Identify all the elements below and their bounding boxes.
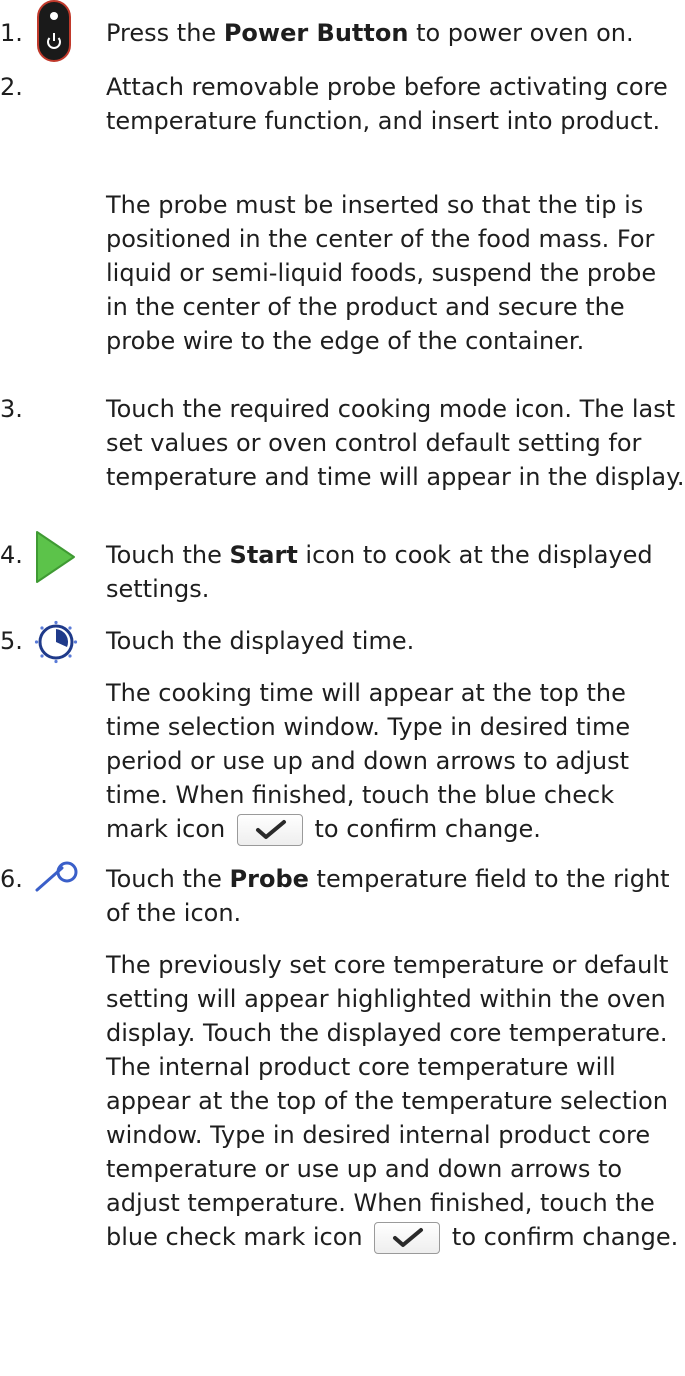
step-4-text: Touch the Start icon to cook at the disp… bbox=[106, 541, 653, 603]
power-button-icon bbox=[37, 0, 71, 66]
step-4-number: 4. bbox=[0, 541, 23, 569]
probe-label: Probe bbox=[229, 865, 309, 893]
start-play-icon bbox=[34, 530, 76, 588]
step-2-text: Attach removable probe before activating… bbox=[106, 73, 668, 135]
step-5-note: The cooking time will appear at the top … bbox=[106, 676, 681, 846]
step-5-number: 5. bbox=[0, 627, 23, 655]
check-mark-button[interactable] bbox=[236, 814, 303, 846]
step-1-text: Press the Power Button to power oven on. bbox=[106, 19, 634, 47]
timer-clock-icon bbox=[34, 620, 78, 668]
step-1-number: 1. bbox=[0, 19, 23, 47]
step-3-text: Touch the required cooking mode icon. Th… bbox=[106, 395, 685, 491]
check-mark-icon bbox=[393, 1228, 424, 1247]
step-6-number: 6. bbox=[0, 865, 23, 893]
probe-icon bbox=[34, 860, 80, 898]
power-button-label: Power Button bbox=[223, 19, 409, 47]
check-mark-icon bbox=[255, 820, 286, 839]
step-6-note: The previously set core temperature or d… bbox=[106, 948, 685, 1254]
start-label: Start bbox=[229, 541, 298, 569]
step-6-text: Touch the Probe temperature field to the… bbox=[106, 865, 670, 927]
step-3-number: 3. bbox=[0, 395, 23, 423]
step-5-text: Touch the displayed time. bbox=[106, 627, 415, 655]
instruction-page: 1. Press the Power Button to power oven … bbox=[0, 0, 685, 1376]
step-2-note: The probe must be inserted so that the t… bbox=[106, 191, 657, 355]
check-mark-button-2[interactable] bbox=[374, 1222, 441, 1254]
step-2-number: 2. bbox=[0, 73, 23, 101]
